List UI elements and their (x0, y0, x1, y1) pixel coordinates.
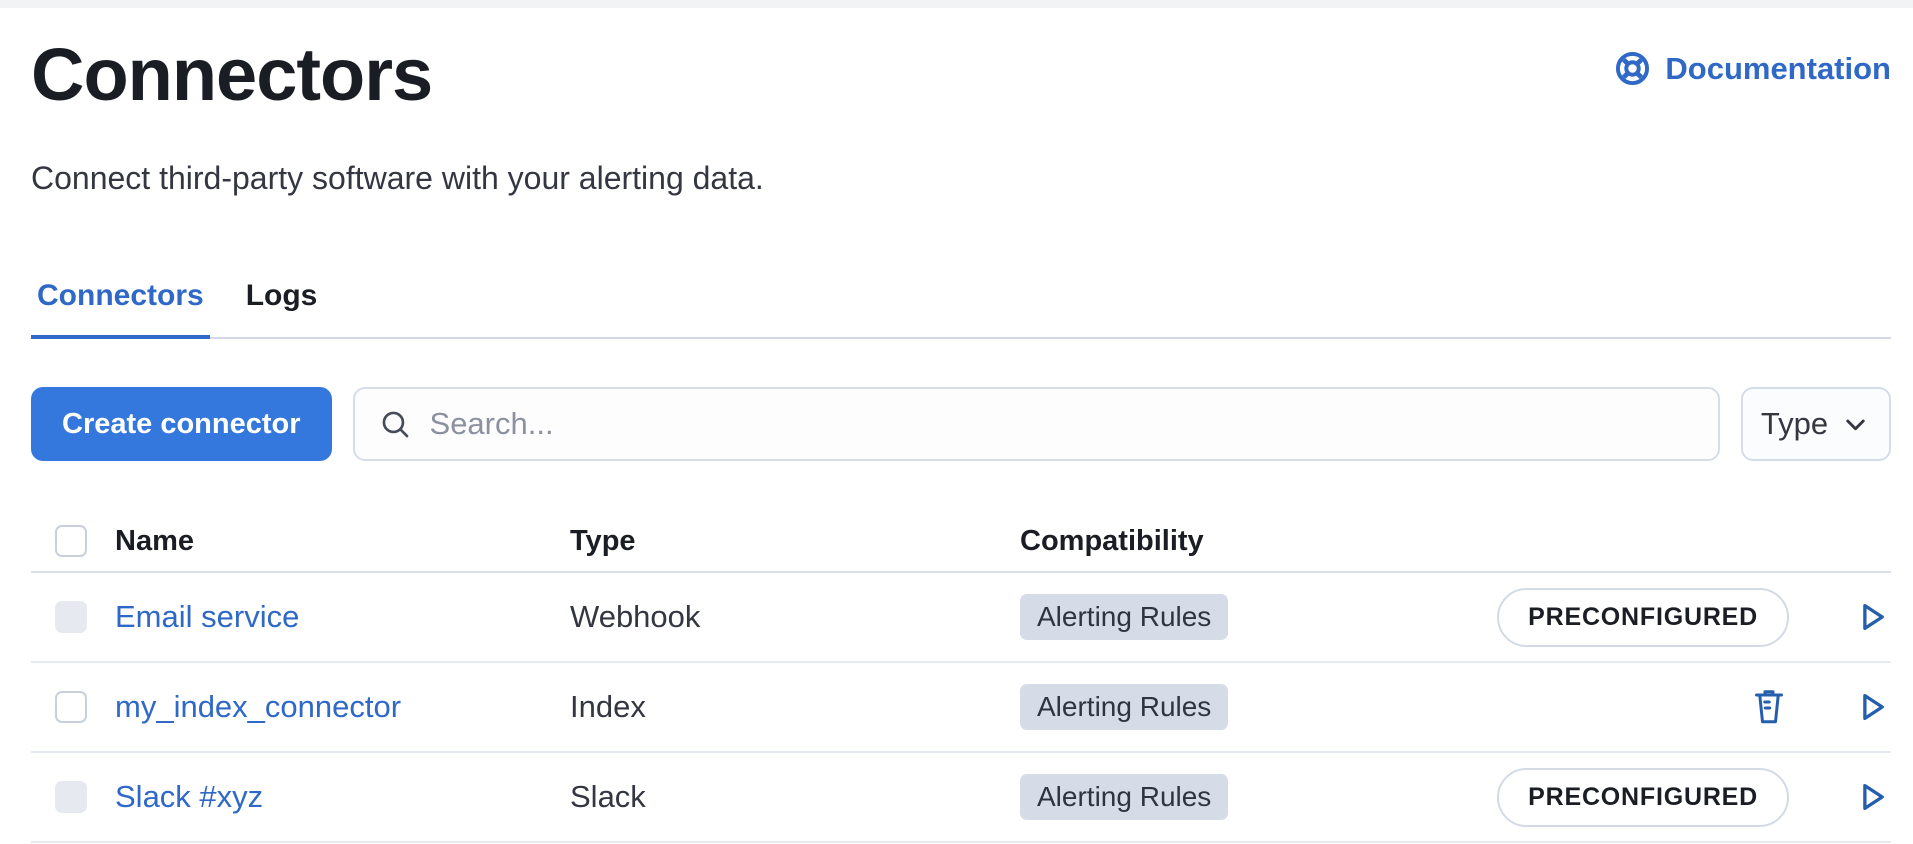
search-input[interactable] (430, 406, 1694, 442)
table-row: Slack #xyz Slack Alerting Rules PRECONFI… (31, 753, 1891, 843)
tab-bar: Connectors Logs (31, 279, 1891, 339)
column-header-compatibility: Compatibility (1020, 525, 1440, 558)
column-header-name: Name (115, 525, 570, 558)
connector-name-link[interactable]: Slack #xyz (115, 779, 263, 814)
run-connector-button[interactable] (1853, 598, 1891, 636)
toolbar: Create connector Type (31, 387, 1891, 461)
preconfigured-badge: PRECONFIGURED (1497, 768, 1789, 827)
trash-icon (1749, 687, 1789, 727)
row-actions: PRECONFIGURED (1440, 768, 1891, 827)
column-header-type: Type (570, 525, 1020, 558)
documentation-label: Documentation (1665, 51, 1891, 87)
connector-type: Index (570, 689, 1020, 725)
row-actions: PRECONFIGURED (1440, 588, 1891, 647)
play-icon (1853, 778, 1891, 816)
tab-connectors[interactable]: Connectors (31, 279, 210, 337)
select-all-checkbox[interactable] (55, 525, 87, 557)
page-subtitle: Connect third-party software with your a… (31, 160, 1891, 197)
search-icon (379, 408, 412, 441)
table-row: my_index_connector Index Alerting Rules (31, 663, 1891, 753)
run-connector-button[interactable] (1853, 778, 1891, 816)
documentation-link[interactable]: Documentation (1614, 50, 1891, 87)
help-life-ring-icon (1614, 50, 1651, 87)
chevron-down-icon (1840, 409, 1871, 440)
connector-name-link[interactable]: my_index_connector (115, 689, 401, 724)
row-checkbox[interactable] (55, 691, 87, 723)
search-box (353, 387, 1720, 461)
window-top-edge (0, 0, 1913, 8)
compatibility-badge: Alerting Rules (1020, 684, 1228, 730)
connectors-page: Connectors Documentation Connect third-p… (0, 38, 1913, 843)
row-checkbox (55, 781, 87, 813)
page-title: Connectors (31, 38, 432, 112)
connector-name-link[interactable]: Email service (115, 599, 299, 634)
compatibility-badge: Alerting Rules (1020, 774, 1228, 820)
delete-connector-button[interactable] (1749, 687, 1789, 727)
connector-type: Webhook (570, 599, 1020, 635)
run-connector-button[interactable] (1853, 688, 1891, 726)
tab-logs[interactable]: Logs (240, 279, 324, 337)
page-header: Connectors Documentation (31, 38, 1891, 112)
preconfigured-badge: PRECONFIGURED (1497, 588, 1789, 647)
table-row: Email service Webhook Alerting Rules PRE… (31, 573, 1891, 663)
play-icon (1853, 598, 1891, 636)
row-checkbox (55, 601, 87, 633)
create-connector-button[interactable]: Create connector (31, 387, 332, 461)
connectors-table: Name Type Compatibility Email service We… (31, 511, 1891, 843)
connector-type: Slack (570, 779, 1020, 815)
type-filter-label: Type (1761, 406, 1828, 442)
row-actions (1440, 687, 1891, 727)
table-header-row: Name Type Compatibility (31, 511, 1891, 573)
type-filter-button[interactable]: Type (1741, 387, 1891, 461)
play-icon (1853, 688, 1891, 726)
compatibility-badge: Alerting Rules (1020, 594, 1228, 640)
